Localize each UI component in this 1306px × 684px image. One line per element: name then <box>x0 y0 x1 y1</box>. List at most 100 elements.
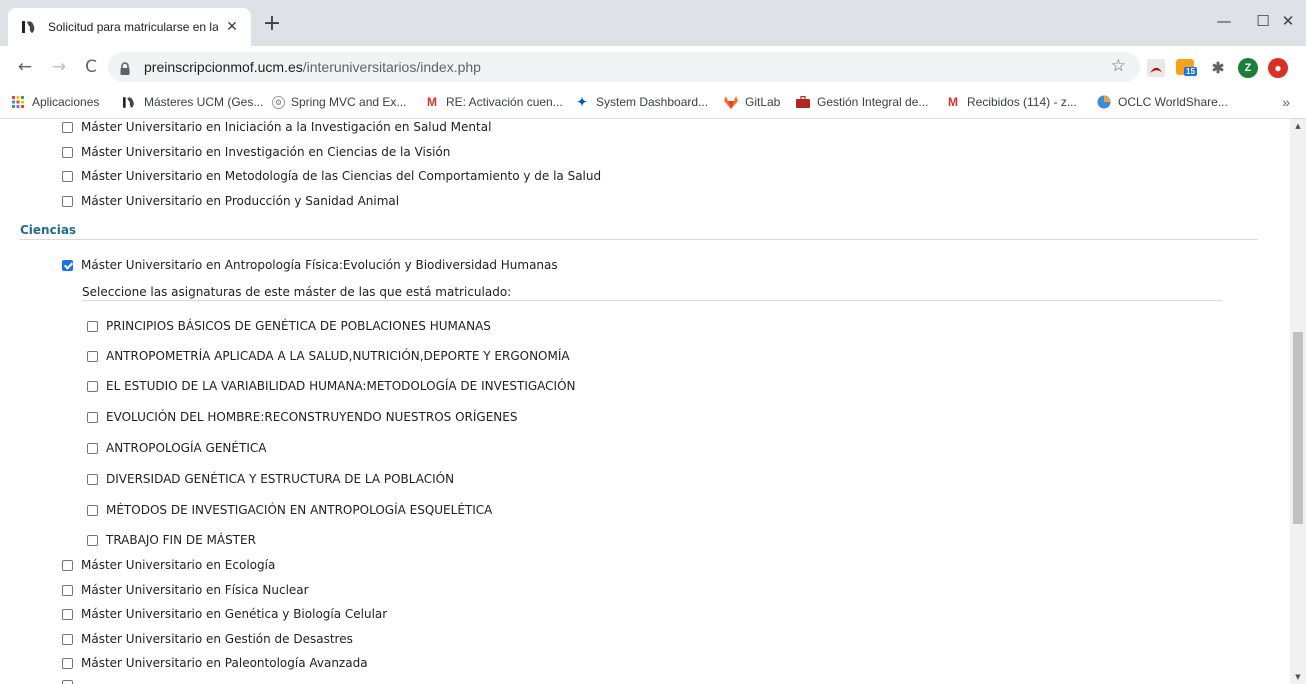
master-checkbox[interactable] <box>62 170 73 182</box>
master-option[interactable]: Máster Universitario en Iniciación a la … <box>62 120 491 134</box>
bookmark-item[interactable]: GitLab <box>723 95 780 109</box>
bookmark-item[interactable]: ✦ System Dashboard... <box>574 95 708 109</box>
more-bookmarks-icon[interactable]: » <box>1282 94 1290 110</box>
master-label: Máster Universitario en Paleontología Av… <box>81 656 368 670</box>
subject-checkbox[interactable] <box>87 411 98 423</box>
subject-option[interactable]: TRABAJO FIN DE MÁSTER <box>87 533 256 547</box>
extensions-puzzle-icon[interactable]: ✱ <box>1208 58 1228 78</box>
master-option[interactable]: Máster Universitario en Metodología de l… <box>62 169 601 183</box>
bookmark-item[interactable]: ⚙ Spring MVC and Ex... <box>272 95 406 109</box>
subject-label: ANTROPOMETRÍA APLICADA A LA SALUD,NUTRIC… <box>106 349 570 363</box>
master-checkbox[interactable] <box>62 559 73 571</box>
master-label: Máster Universitario en Iniciación a la … <box>81 120 492 134</box>
subject-option[interactable]: PRINCIPIOS BÁSICOS DE GENÉTICA DE POBLAC… <box>87 319 491 333</box>
subject-option[interactable]: ANTROPOMETRÍA APLICADA A LA SALUD,NUTRIC… <box>87 349 570 363</box>
bookmark-label: GitLab <box>745 95 781 109</box>
subject-checkbox[interactable] <box>87 320 98 332</box>
master-checkbox[interactable] <box>62 584 73 596</box>
subject-label: TRABAJO FIN DE MÁSTER <box>106 533 256 547</box>
subject-option[interactable]: EL ESTUDIO DE LA VARIABILIDAD HUMANA:MET… <box>87 379 576 393</box>
bookmark-item[interactable]: Gestión Integral de... <box>795 95 928 109</box>
subject-option[interactable]: DIVERSIDAD GENÉTICA Y ESTRUCTURA DE LA P… <box>87 472 454 486</box>
url-text[interactable]: preinscripcionmof.ucm.es/interuniversita… <box>144 59 481 75</box>
master-label: Máster Universitario en Gestión de Desas… <box>81 632 353 646</box>
master-option[interactable]: Máster Universitario en Ecología <box>62 558 275 572</box>
briefcase-icon <box>795 95 811 109</box>
bookmark-label: Aplicaciones <box>32 95 100 109</box>
scroll-up-icon[interactable]: ▲ <box>1290 119 1306 133</box>
master-option[interactable]: Máster Universitario en Gestión de Desas… <box>62 632 353 646</box>
master-label: Máster Universitario en Física Nuclear <box>81 583 309 597</box>
vertical-scrollbar[interactable]: ▲ ▼ <box>1290 119 1306 684</box>
lock-icon[interactable] <box>120 60 130 79</box>
reload-icon[interactable]: C <box>80 56 102 78</box>
master-label: Máster Universitario en Genética y Biolo… <box>81 607 388 621</box>
bookmark-label: Gestión Integral de... <box>817 95 929 109</box>
ucm-logo-icon <box>22 19 40 35</box>
bookmark-label: RE: Activación cuen... <box>446 95 563 109</box>
oclc-icon <box>1096 95 1112 109</box>
minimize-icon[interactable]: — <box>1204 8 1244 34</box>
rss-icon[interactable]: 15 <box>1176 59 1197 76</box>
subjects-divider <box>82 300 1222 301</box>
master-checkbox[interactable] <box>62 608 73 620</box>
bookmark-label: Recibidos (114) - z... <box>967 95 1077 109</box>
profile-avatar[interactable]: Z <box>1238 58 1258 78</box>
subject-option[interactable]: MÉTODOS DE INVESTIGACIÓN EN ANTROPOLOGÍA… <box>87 503 492 517</box>
subject-checkbox[interactable] <box>87 534 98 546</box>
master-option[interactable]: Máster Universitario en Investigación en… <box>62 145 450 159</box>
jira-icon: ✦ <box>576 95 588 109</box>
master-label: Máster Universitario en Antropología Fís… <box>81 258 558 272</box>
close-tab-icon[interactable]: ✕ <box>223 18 241 36</box>
master-option[interactable]: Máster Universitario en Genética y Biolo… <box>62 607 387 621</box>
bookmark-item[interactable]: OCLC WorldShare... <box>1096 95 1228 109</box>
new-tab-button[interactable]: + <box>262 13 282 35</box>
subject-label: MÉTODOS DE INVESTIGACIÓN EN ANTROPOLOGÍA… <box>106 503 493 517</box>
scroll-down-icon[interactable]: ▼ <box>1290 670 1306 684</box>
master-label: Máster Universitario en Metodología de l… <box>81 169 602 183</box>
tab-strip: Solicitud para matricularse en la I ✕ + … <box>0 0 1306 46</box>
back-icon[interactable]: ← <box>14 56 36 78</box>
master-option-selected[interactable]: Máster Universitario en Antropología Fís… <box>62 258 558 272</box>
subject-option[interactable]: EVOLUCIÓN DEL HOMBRE:RECONSTRUYENDO NUES… <box>87 410 517 424</box>
bookmark-item[interactable]: Másteres UCM (Ges... <box>122 95 263 109</box>
scrollbar-thumb[interactable] <box>1293 332 1303 524</box>
page-content: Máster Universitario en Iniciación a la … <box>0 119 1290 684</box>
master-option[interactable]: Máster Universitario en Física Nuclear <box>62 583 309 597</box>
bookmark-item[interactable]: M RE: Activación cuen... <box>424 95 563 109</box>
close-window-icon[interactable]: ✕ <box>1268 8 1306 34</box>
bookmarks-bar: Aplicaciones Másteres UCM (Ges... ⚙ Spri… <box>0 88 1306 119</box>
master-option[interactable]: Máster Universitario en Producción y San… <box>62 194 399 208</box>
rss-badge: 15 <box>1184 67 1197 76</box>
bookmark-star-icon[interactable]: ☆ <box>1111 56 1126 76</box>
browser-toolbar: ← → C preinscripcionmof.ucm.es/interuniv… <box>0 46 1306 88</box>
adblock-icon[interactable]: ● <box>1268 58 1288 78</box>
master-label: Máster Universitario en Ecología <box>81 558 276 572</box>
subject-checkbox[interactable] <box>87 442 98 454</box>
master-checkbox[interactable] <box>62 657 73 669</box>
address-bar[interactable]: preinscripcionmof.ucm.es/interuniversita… <box>108 52 1140 82</box>
master-checkbox[interactable] <box>62 146 73 158</box>
subject-label: PRINCIPIOS BÁSICOS DE GENÉTICA DE POBLAC… <box>106 319 491 333</box>
subject-checkbox[interactable] <box>87 473 98 485</box>
subject-option[interactable]: ANTROPOLOGÍA GENÉTICA <box>87 441 266 455</box>
tab-active[interactable]: Solicitud para matricularse en la I ✕ <box>8 8 251 46</box>
bookmark-item[interactable]: M Recibidos (114) - z... <box>945 95 1077 109</box>
section-title: Ciencias <box>20 223 77 237</box>
master-option[interactable]: Máster Universitario en Paleontología Av… <box>62 656 368 670</box>
bookmark-item[interactable]: Aplicaciones <box>10 95 99 109</box>
spring-icon: ⚙ <box>272 95 285 109</box>
master-option-partial[interactable] <box>62 680 81 684</box>
master-checkbox-checked[interactable] <box>62 259 73 271</box>
acrobat-icon[interactable] <box>1146 58 1166 78</box>
subject-checkbox[interactable] <box>87 504 98 516</box>
master-checkbox[interactable] <box>62 121 73 133</box>
subjects-prompt: Seleccione las asignaturas de este máste… <box>82 285 512 299</box>
forward-icon[interactable]: → <box>48 56 70 78</box>
master-checkbox[interactable] <box>62 680 73 684</box>
subject-checkbox[interactable] <box>87 350 98 362</box>
subject-checkbox[interactable] <box>87 380 98 392</box>
master-checkbox[interactable] <box>62 195 73 207</box>
apps-grid-icon <box>10 95 26 109</box>
master-checkbox[interactable] <box>62 633 73 645</box>
